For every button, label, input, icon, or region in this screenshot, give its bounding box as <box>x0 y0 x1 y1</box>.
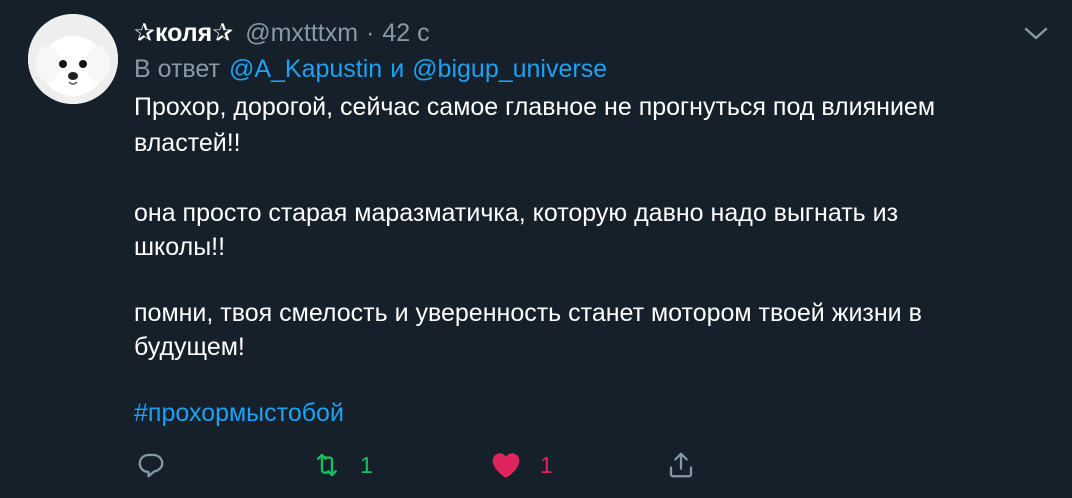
chevron-down-icon <box>1024 27 1048 40</box>
like-button[interactable]: 1 <box>490 448 553 482</box>
retweet-icon <box>317 453 337 477</box>
reply-mention-link[interactable]: @bigup_universe <box>412 55 607 84</box>
reply-button[interactable] <box>136 448 166 482</box>
tweet-text-line: будущем! <box>134 333 245 361</box>
tweet-text-line: школы!! <box>134 233 226 261</box>
tweet-header: ✰коля✰ @mxtttxm · 42 с <box>134 16 430 50</box>
heart-icon <box>492 453 520 478</box>
avatar-image <box>28 14 118 104</box>
header-separator: · <box>366 18 375 47</box>
tweet-text-line: она просто старая маразматичка, которую … <box>134 199 899 227</box>
reply-icon <box>138 453 164 478</box>
like-count: 1 <box>540 451 553 478</box>
share-icon <box>669 452 693 478</box>
retweet-count: 1 <box>360 451 373 478</box>
reply-context: В ответ @A_Kapustin и @bigup_universe <box>134 52 607 86</box>
tweet-text-line: Прохор, дорогой, сейчас самое главное не… <box>134 93 936 121</box>
hashtag-link[interactable]: #прохормыстобой <box>134 396 344 430</box>
timestamp[interactable]: 42 с <box>382 19 429 48</box>
avatar[interactable] <box>28 14 118 104</box>
tweet-text-line: помни, твоя смелость и уверенность стане… <box>134 299 922 327</box>
user-handle[interactable]: @mxtttxm <box>245 19 358 48</box>
reply-conjunction: и <box>390 54 405 83</box>
tweet-menu-button[interactable] <box>1022 24 1050 44</box>
display-name[interactable]: ✰коля✰ <box>134 18 233 48</box>
reply-prefix: В ответ <box>134 54 220 83</box>
reply-mention-link[interactable]: @A_Kapustin <box>229 55 382 84</box>
tweet-text-line: властей!! <box>134 129 241 157</box>
tweet[interactable]: ✰коля✰ @mxtttxm · 42 с В ответ @A_Kapust… <box>0 0 1072 498</box>
share-button[interactable] <box>666 448 696 482</box>
retweet-button[interactable]: 1 <box>312 448 373 482</box>
